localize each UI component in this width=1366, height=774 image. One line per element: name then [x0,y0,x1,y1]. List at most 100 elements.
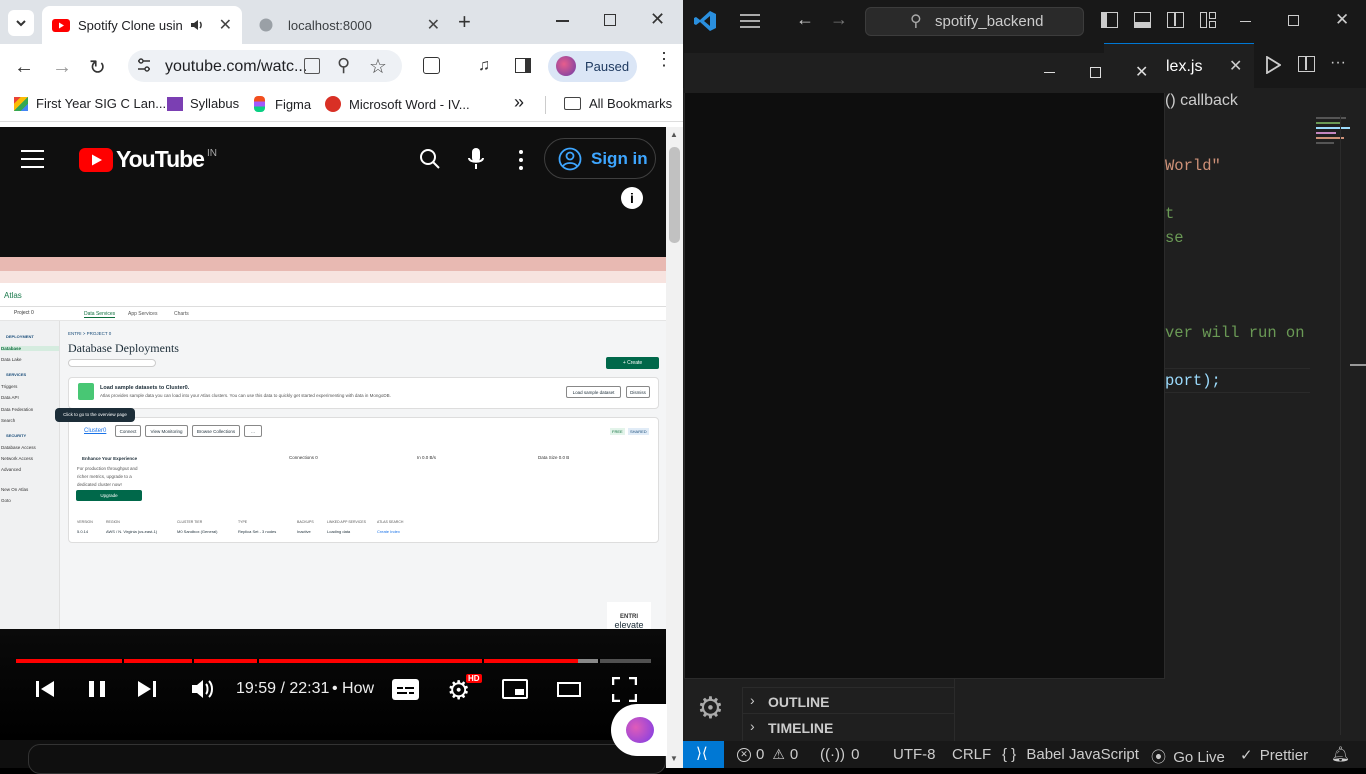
url-text[interactable]: youtube.com/watc... [165,58,307,76]
command-center[interactable]: ⚲ spotify_backend [865,7,1084,36]
more-options-icon[interactable] [519,150,524,170]
manage-icon[interactable]: ⚙ [697,694,724,724]
go-live-button[interactable]: ⦿ Go Live [1151,746,1225,767]
sign-in-button[interactable]: Sign in [544,138,656,179]
tab-localhost[interactable]: localhost:8000 ✕ [250,6,450,44]
youtube-favicon-icon [52,18,70,32]
atlas-page-title: Database Deployments [68,341,179,355]
atlas-create-button: + Create [606,357,659,369]
speaker-icon[interactable] [189,17,205,33]
maximize-button[interactable] [604,14,616,26]
zoom-icon[interactable]: ⚲ [337,55,350,76]
watermark: ENTRI elevate [607,602,651,629]
notifications-bell-icon[interactable]: 🔔︎ [1331,745,1350,763]
comment-box[interactable] [28,744,666,774]
reload-icon[interactable]: ↻ [89,55,106,80]
ports-indicator[interactable]: ((·)) 0 [820,746,860,763]
atlas-metric: Connections 0 [289,455,318,460]
language-indicator[interactable]: { } Babel JavaScript [1002,746,1139,763]
subtitles-icon[interactable] [392,679,419,700]
atlas-banner-text: Atlas provides sample data you can load … [100,393,391,398]
problems-indicator[interactable]: ✕ 0 ⚠ 0 [737,746,798,763]
media-controls-icon[interactable]: ♫ [478,57,490,75]
timeline-section[interactable]: › TIMELINE [742,714,954,741]
popup-minimize-button[interactable] [1044,72,1055,73]
site-info-icon[interactable] [136,57,152,73]
open-in-app-icon[interactable] [304,58,320,74]
customize-layout-icon[interactable] [1200,12,1217,28]
bookmark-star-icon[interactable]: ☆ [369,54,387,79]
microphone-icon[interactable] [468,147,484,171]
prettier-indicator[interactable]: ✓ Prettier [1240,746,1308,764]
pause-icon[interactable] [88,679,106,699]
chevron-right-icon: › [750,718,755,734]
forward-icon[interactable]: → [52,56,72,79]
search-icon[interactable] [418,147,442,171]
popup-window[interactable] [684,53,1165,679]
extensions-icon[interactable] [423,57,440,74]
bookmark-item[interactable]: Microsoft Word - IV... [325,96,470,112]
editor-breadcrumb[interactable]: () callback [1165,92,1238,110]
atlas-tab: Data Services [84,311,116,318]
toggle-panel-icon[interactable] [1134,12,1151,28]
volume-icon[interactable] [190,678,214,700]
info-icon[interactable]: i [621,187,643,209]
tab-youtube[interactable]: Spotify Clone using ✕ [42,6,242,44]
code-editor[interactable]: World" t se ver will run on port); [1165,115,1310,740]
tab-title: Spotify Clone using [78,17,183,33]
atlas-metric: In 0.0 B/s [417,455,437,460]
back-icon[interactable]: ← [14,56,34,79]
side-panel-icon[interactable] [515,58,531,73]
outline-section[interactable]: › OUTLINE [742,687,954,714]
close-window-button[interactable]: ✕ [650,9,665,30]
scrollbar-thumb[interactable] [669,147,680,243]
scroll-up-icon[interactable]: ▲ [670,130,678,139]
atlas-table-value: AWS / N. Virginia (us-east-1) [106,529,158,534]
new-tab-button[interactable]: + [458,9,471,35]
more-actions-icon[interactable]: ··· [1330,54,1346,72]
previous-icon[interactable] [35,679,55,699]
forward-icon[interactable]: → [830,9,848,30]
menu-icon[interactable]: ⋮ [655,50,673,68]
tab-search-button[interactable] [8,10,34,36]
minimize-button[interactable] [556,20,569,22]
menu-icon[interactable] [740,14,760,28]
toggle-sidebar-icon[interactable] [1101,12,1118,28]
close-tab-icon[interactable]: ✕ [219,15,232,35]
youtube-logo[interactable]: YouTube IN [79,146,217,173]
atlas-dismiss-button: Dismiss [626,386,650,398]
maximize-button[interactable] [1288,15,1299,26]
theater-mode-icon[interactable] [557,682,581,697]
youtube-logo-icon [79,147,113,172]
vertical-scrollbar[interactable] [1340,115,1354,735]
popup-close-button[interactable]: ✕ [1135,62,1148,82]
bookmark-item[interactable]: Syllabus [167,96,239,111]
toggle-secondary-sidebar-icon[interactable] [1167,12,1184,28]
brain-extension-icon[interactable] [611,704,667,756]
close-window-button[interactable]: ✕ [1335,10,1349,30]
hamburger-menu-icon[interactable] [21,150,44,168]
bookmark-item[interactable]: First Year SIG C Lan... [14,96,166,111]
video-player[interactable]: Atlas Project 0 Data Services App Servic… [0,257,666,629]
run-icon[interactable] [1265,56,1281,74]
miniplayer-icon[interactable] [502,679,528,699]
close-tab-icon[interactable]: ✕ [427,15,440,35]
remote-indicator[interactable]: ⟩⟨ [683,741,724,768]
popup-maximize-button[interactable] [1090,67,1101,78]
back-icon[interactable]: ← [796,9,814,30]
profile-button[interactable]: Paused [548,51,637,82]
user-icon [558,147,582,171]
all-bookmarks-folder[interactable]: All Bookmarks [564,96,672,111]
minimize-button[interactable] [1240,21,1251,22]
next-icon[interactable] [137,679,157,699]
close-tab-icon[interactable]: ✕ [1229,56,1242,76]
chapter-title[interactable]: • How [332,680,374,698]
scroll-down-icon[interactable]: ▼ [670,754,678,763]
split-editor-icon[interactable] [1298,56,1315,72]
encoding-indicator[interactable]: UTF-8 [893,746,936,763]
bookmark-item[interactable]: Figma [254,96,311,112]
more-bookmarks-icon[interactable]: » [514,92,524,113]
eol-indicator[interactable]: CRLF [952,746,991,763]
code-line: ver will run on [1165,324,1305,342]
fullscreen-icon[interactable] [612,677,637,702]
